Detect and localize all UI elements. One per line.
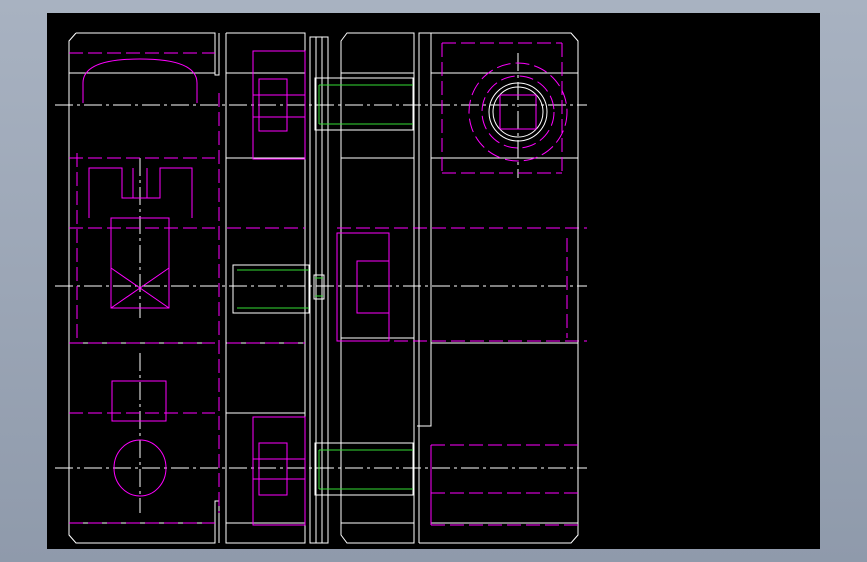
- clamp-hub-hidden: [430, 238, 578, 526]
- left-hub-hidden: [69, 52, 215, 524]
- clamp-hub-outline: [417, 32, 579, 544]
- center-lines: [55, 53, 587, 513]
- coupling-drawing: [55, 32, 587, 544]
- left-hub-outline: [68, 32, 220, 544]
- middle-hub-hidden: [218, 50, 310, 526]
- middle-hub-outline: [225, 32, 306, 544]
- right-hub-outline: [340, 32, 415, 544]
- cad-viewport[interactable]: [47, 13, 820, 549]
- clamp-screw-hole: [441, 42, 568, 174]
